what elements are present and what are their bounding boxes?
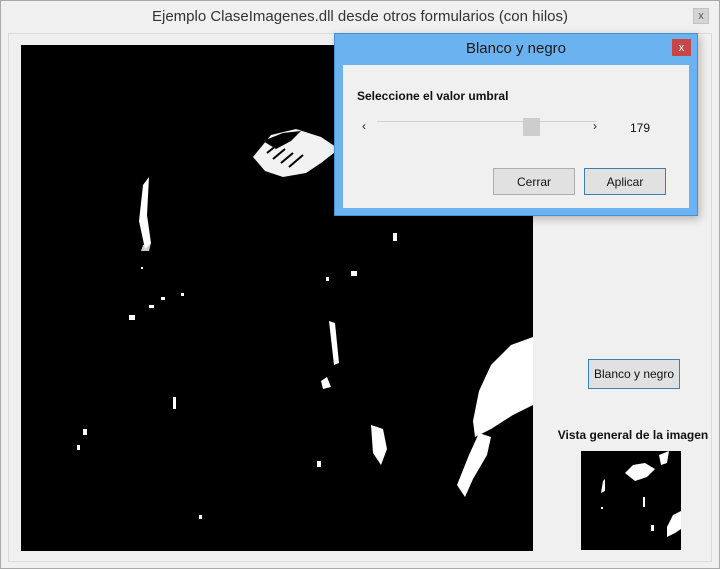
slider-track[interactable] xyxy=(377,121,597,122)
dialog-close-button[interactable]: x xyxy=(672,39,691,56)
slider-left-arrow-icon[interactable]: ‹ xyxy=(362,120,366,132)
main-close-button[interactable]: x xyxy=(693,8,709,24)
aplicar-button[interactable]: Aplicar xyxy=(584,168,666,195)
overview-label: Vista general de la imagen xyxy=(557,428,709,442)
threshold-label: Seleccione el valor umbral xyxy=(357,89,509,103)
overview-thumbnail[interactable] xyxy=(581,451,681,550)
main-window-title: Ejemplo ClaseImagenes.dll desde otros fo… xyxy=(151,8,569,25)
threshold-value: 179 xyxy=(630,121,651,135)
threshold-slider[interactable]: ‹ › xyxy=(357,117,607,139)
overview-image xyxy=(581,451,681,550)
dialog-title: Blanco y negro xyxy=(465,40,567,57)
main-titlebar[interactable]: Ejemplo ClaseImagenes.dll desde otros fo… xyxy=(1,1,719,33)
cerrar-button[interactable]: Cerrar xyxy=(493,168,575,195)
slider-right-arrow-icon[interactable]: › xyxy=(593,120,597,132)
blanco-y-negro-button[interactable]: Blanco y negro xyxy=(588,359,680,389)
slider-thumb[interactable] xyxy=(522,118,540,136)
